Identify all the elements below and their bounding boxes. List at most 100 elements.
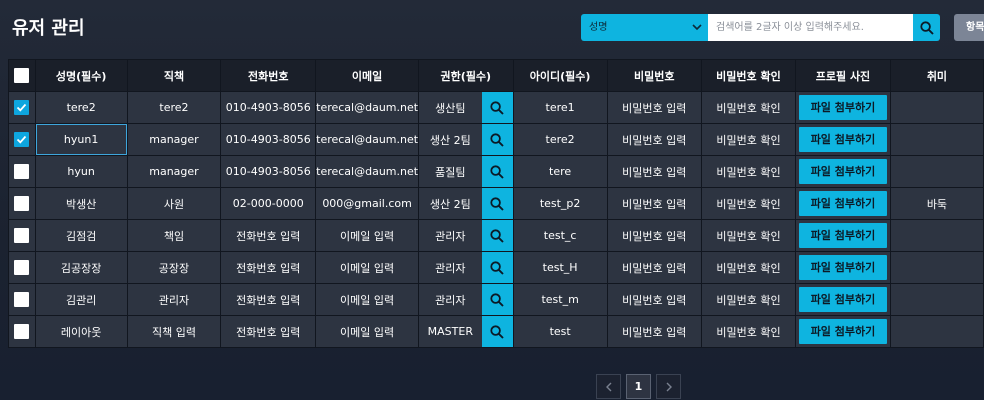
row-checkbox[interactable]: [14, 164, 30, 179]
password-cell[interactable]: 비밀번호 입력: [607, 316, 701, 347]
phone-cell[interactable]: 02-000-0000: [221, 188, 316, 219]
position-cell[interactable]: 관리자: [127, 284, 221, 315]
attach-file-button[interactable]: 파일 첨부하기: [798, 255, 887, 280]
position-cell[interactable]: 책임: [127, 220, 221, 251]
column-header[interactable]: 아이디(필수): [513, 60, 607, 91]
position-cell[interactable]: 사원: [127, 188, 221, 219]
column-header[interactable]: 이메일: [316, 60, 419, 91]
header-select-all[interactable]: [9, 60, 35, 91]
hobby-cell[interactable]: [890, 156, 983, 187]
row-checkbox[interactable]: [14, 196, 30, 211]
name-cell[interactable]: tere2: [35, 92, 127, 123]
id-cell[interactable]: test_p2: [513, 188, 607, 219]
auth-search-button[interactable]: [481, 92, 513, 123]
id-cell[interactable]: tere2: [513, 124, 607, 155]
email-cell[interactable]: terecal@daum.net: [316, 124, 419, 155]
attach-file-button[interactable]: 파일 첨부하기: [798, 223, 887, 248]
hobby-cell[interactable]: [890, 92, 983, 123]
attach-file-button[interactable]: 파일 첨부하기: [798, 127, 887, 152]
position-cell[interactable]: manager: [127, 124, 221, 155]
position-cell[interactable]: tere2: [127, 92, 221, 123]
password-confirm-cell[interactable]: 비밀번호 확인: [701, 284, 796, 315]
row-select-cell[interactable]: [9, 220, 35, 251]
name-cell[interactable]: 레이아웃: [35, 316, 127, 347]
search-button[interactable]: [913, 14, 940, 41]
row-select-cell[interactable]: [9, 92, 35, 123]
email-cell[interactable]: terecal@daum.net: [316, 156, 419, 187]
row-checkbox[interactable]: [14, 324, 30, 339]
auth-search-button[interactable]: [481, 316, 513, 347]
hobby-cell[interactable]: [890, 220, 983, 251]
name-cell[interactable]: hyun1: [35, 124, 127, 155]
id-cell[interactable]: test_m: [513, 284, 607, 315]
auth-search-button[interactable]: [481, 220, 513, 251]
row-select-cell[interactable]: [9, 188, 35, 219]
phone-cell[interactable]: 전화번호 입력: [221, 316, 316, 347]
column-header[interactable]: 비밀번호: [607, 60, 701, 91]
column-header[interactable]: 직책: [127, 60, 221, 91]
column-header[interactable]: 전화번호: [221, 60, 316, 91]
phone-cell[interactable]: 010-4903-8056: [221, 124, 316, 155]
email-cell[interactable]: terecal@daum.net: [316, 92, 419, 123]
email-cell[interactable]: 이메일 입력: [316, 284, 419, 315]
password-confirm-cell[interactable]: 비밀번호 확인: [701, 220, 796, 251]
hobby-cell[interactable]: [890, 252, 983, 283]
password-confirm-cell[interactable]: 비밀번호 확인: [701, 252, 796, 283]
prev-page-button[interactable]: [596, 374, 621, 399]
password-confirm-cell[interactable]: 비밀번호 확인: [701, 316, 796, 347]
password-confirm-cell[interactable]: 비밀번호 확인: [701, 188, 796, 219]
next-page-button[interactable]: [656, 374, 681, 399]
row-checkbox[interactable]: [14, 100, 30, 115]
auth-search-button[interactable]: [481, 252, 513, 283]
auth-search-button[interactable]: [481, 188, 513, 219]
column-header[interactable]: 성명(필수): [35, 60, 127, 91]
search-input[interactable]: 검색어를 2글자 이상 입력해주세요.: [708, 14, 914, 41]
id-cell[interactable]: test_H: [513, 252, 607, 283]
search-field-select[interactable]: 성명: [581, 14, 708, 41]
email-cell[interactable]: 이메일 입력: [316, 316, 419, 347]
row-select-cell[interactable]: [9, 156, 35, 187]
password-cell[interactable]: 비밀번호 입력: [607, 124, 701, 155]
id-cell[interactable]: tere1: [513, 92, 607, 123]
column-header[interactable]: 프로필 사진: [796, 60, 890, 91]
row-select-cell[interactable]: [9, 252, 35, 283]
password-cell[interactable]: 비밀번호 입력: [607, 156, 701, 187]
attach-file-button[interactable]: 파일 첨부하기: [798, 95, 887, 120]
column-header[interactable]: 취미: [890, 60, 983, 91]
row-select-cell[interactable]: [9, 284, 35, 315]
id-cell[interactable]: test: [513, 316, 607, 347]
phone-cell[interactable]: 010-4903-8056: [221, 156, 316, 187]
row-select-cell[interactable]: [9, 124, 35, 155]
select-all-checkbox[interactable]: [14, 68, 30, 83]
row-checkbox[interactable]: [14, 292, 30, 307]
password-cell[interactable]: 비밀번호 입력: [607, 284, 701, 315]
phone-cell[interactable]: 전화번호 입력: [221, 252, 316, 283]
column-header[interactable]: 비밀번호 확인: [701, 60, 796, 91]
row-select-cell[interactable]: [9, 316, 35, 347]
name-cell[interactable]: hyun: [35, 156, 127, 187]
id-cell[interactable]: tere: [513, 156, 607, 187]
password-cell[interactable]: 비밀번호 입력: [607, 92, 701, 123]
attach-file-button[interactable]: 파일 첨부하기: [798, 287, 887, 312]
email-cell[interactable]: 이메일 입력: [316, 220, 419, 251]
name-cell[interactable]: 김공장장: [35, 252, 127, 283]
auth-search-button[interactable]: [481, 156, 513, 187]
phone-cell[interactable]: 전화번호 입력: [221, 220, 316, 251]
email-cell[interactable]: 000@gmail.com: [316, 188, 419, 219]
column-item-button[interactable]: 항목: [954, 14, 984, 41]
position-cell[interactable]: manager: [127, 156, 221, 187]
attach-file-button[interactable]: 파일 첨부하기: [798, 319, 887, 344]
hobby-cell[interactable]: [890, 124, 983, 155]
password-cell[interactable]: 비밀번호 입력: [607, 220, 701, 251]
password-confirm-cell[interactable]: 비밀번호 확인: [701, 92, 796, 123]
id-cell[interactable]: test_c: [513, 220, 607, 251]
hobby-cell[interactable]: [890, 284, 983, 315]
row-checkbox[interactable]: [14, 132, 30, 147]
hobby-cell[interactable]: 바둑: [890, 188, 983, 219]
row-checkbox[interactable]: [14, 228, 30, 243]
name-cell[interactable]: 김점검: [35, 220, 127, 251]
hobby-cell[interactable]: [890, 316, 983, 347]
attach-file-button[interactable]: 파일 첨부하기: [798, 159, 887, 184]
password-cell[interactable]: 비밀번호 입력: [607, 188, 701, 219]
password-confirm-cell[interactable]: 비밀번호 확인: [701, 156, 796, 187]
